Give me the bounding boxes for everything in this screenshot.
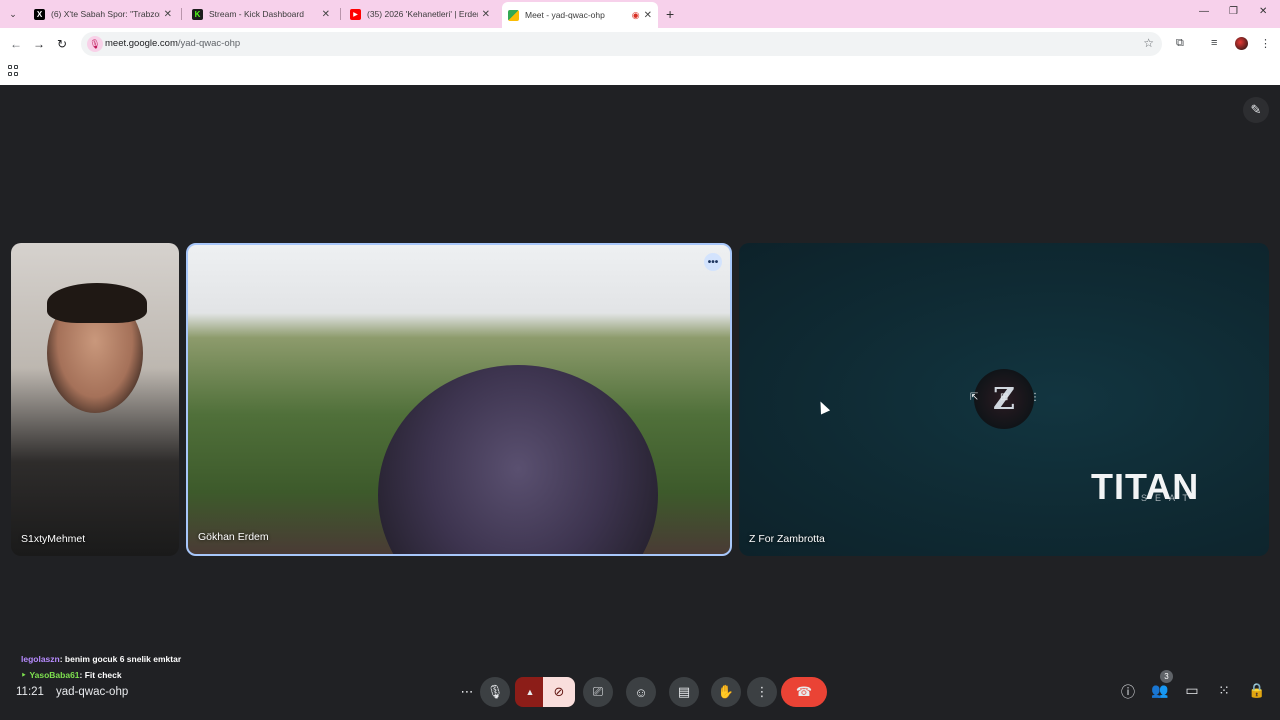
captions-button[interactable]: ▤ — [669, 677, 699, 707]
hair — [47, 283, 147, 323]
stream-chat-overlay: legolaszn : benim gocuk 6 snelik emktar … — [21, 651, 181, 683]
raise-hand-button[interactable]: ✋ — [711, 677, 741, 707]
chat-message: ‣ YasoBaba61 : Fit check — [21, 669, 122, 681]
forward-icon[interactable]: → — [33, 37, 45, 51]
participant-name: Gökhan Erdem — [198, 531, 269, 543]
leave-call-button[interactable]: ☎ — [781, 677, 827, 707]
youtube-icon: ▶ — [350, 8, 361, 20]
participant-name: S1xtyMehmet — [21, 533, 86, 545]
camera-off-button[interactable]: ⊘ — [543, 677, 575, 707]
bookmark-star-icon[interactable]: ☆ — [1143, 36, 1154, 50]
tab-kick[interactable]: K Stream - Kick Dashboard ✕ — [186, 4, 336, 24]
meeting-time: 11:21 — [16, 686, 44, 698]
menu-icon[interactable]: ⋮ — [1260, 37, 1271, 50]
more-options-icon[interactable]: ⋮ — [1030, 392, 1040, 403]
participant-tile-1[interactable]: S1xtyMehmet — [11, 243, 179, 556]
x-icon: X — [34, 8, 45, 20]
back-icon[interactable]: ← — [10, 37, 22, 51]
tab-title: Meet - yad-qwac-ohp — [525, 10, 605, 20]
browser-toolbar: ← → ↻ 🎙 meet.google.com/yad-qwac-ohp ☆ ⧉… — [0, 28, 1280, 60]
microphone-icon[interactable]: 🎙 — [87, 36, 103, 52]
new-tab-icon[interactable]: + — [666, 6, 674, 22]
reply-icon: ‣ — [21, 669, 27, 680]
bookmarks-bar — [0, 60, 1280, 85]
close-icon[interactable]: ✕ — [164, 9, 172, 20]
more-options-icon[interactable]: ••• — [704, 253, 722, 271]
tab-bar: ⌄ X (6) X'te Sabah Spor: "Trabzonsp ✕ K … — [0, 0, 1280, 28]
tab-title: Stream - Kick Dashboard — [209, 9, 304, 19]
tab-x[interactable]: X (6) X'te Sabah Spor: "Trabzonsp ✕ — [28, 4, 178, 24]
tab-youtube[interactable]: ▶ (35) 2026 'Kehanetleri' | Erdem A ✕ — [344, 4, 496, 24]
chat-message: legolaszn : benim gocuk 6 snelik emktar — [21, 654, 182, 664]
pin-icon[interactable]: ⇱ — [970, 392, 978, 403]
frame-icon[interactable]: ⊞ — [1000, 392, 1008, 403]
recording-icon: ◉ — [631, 9, 640, 20]
profile-avatar[interactable] — [1235, 37, 1248, 50]
tab-meet[interactable]: Meet - yad-qwac-ohp ◉ ✕ — [502, 2, 658, 28]
meeting-code: yad-qwac-ohp — [56, 686, 129, 698]
tile-hover-controls: ⇱ ⊞ ⋮ — [970, 392, 1040, 403]
window-close-icon[interactable]: ✕ — [1259, 6, 1267, 17]
close-icon[interactable]: ✕ — [644, 10, 652, 21]
participant-tile-2[interactable]: ••• Gökhan Erdem — [186, 243, 732, 556]
tab-title: (6) X'te Sabah Spor: "Trabzonsp — [51, 9, 160, 19]
restore-icon[interactable]: ❐ — [1229, 6, 1238, 17]
reload-icon[interactable]: ↻ — [57, 37, 67, 51]
media-controls-icon[interactable]: ≡ — [1211, 37, 1217, 49]
more-options-button[interactable]: ⋮ — [747, 677, 777, 707]
chat-icon[interactable]: ▭ — [1182, 682, 1202, 699]
tab-search-icon[interactable]: ⌄ — [5, 6, 21, 22]
minimize-icon[interactable]: — — [1199, 6, 1209, 17]
visual-effects-icon[interactable]: ✎ — [1243, 97, 1269, 123]
url-text[interactable]: meet.google.com/yad-qwac-ohp — [105, 38, 240, 49]
emoji-reaction-button[interactable]: ☺ — [626, 677, 656, 707]
extensions-icon[interactable]: ⧉ — [1176, 37, 1184, 50]
close-icon[interactable]: ✕ — [482, 9, 490, 20]
apps-grid-icon[interactable] — [8, 65, 19, 76]
participant-name: Z For Zambrotta — [749, 533, 825, 545]
activities-icon[interactable]: ⁙ — [1214, 682, 1234, 699]
people-icon[interactable]: 👥 — [1150, 682, 1170, 699]
kick-icon: K — [192, 8, 203, 20]
participant-video — [378, 365, 658, 554]
meet-icon — [508, 9, 519, 21]
present-screen-button[interactable]: ⎚ — [583, 677, 613, 707]
sponsor-sub: SEAT — [1141, 493, 1196, 503]
people-count-badge: 3 — [1160, 670, 1173, 683]
meeting-info-icon[interactable]: ⓘ — [1118, 682, 1138, 702]
microphone-button[interactable]: 🎙 — [480, 677, 510, 707]
camera-options-chevron-icon[interactable]: ▲ — [515, 677, 545, 707]
participant-tile-3[interactable]: Z ⇱ ⊞ ⋮ TITAN SEAT Z For Zambrotta — [739, 243, 1269, 556]
host-controls-icon[interactable]: 🔒 — [1247, 682, 1267, 699]
close-icon[interactable]: ✕ — [322, 9, 330, 20]
tab-title: (35) 2026 'Kehanetleri' | Erdem A — [367, 9, 478, 19]
more-audio-options-icon[interactable]: ⋯ — [452, 677, 482, 707]
address-bar[interactable]: 🎙 meet.google.com/yad-qwac-ohp ☆ — [81, 32, 1162, 56]
